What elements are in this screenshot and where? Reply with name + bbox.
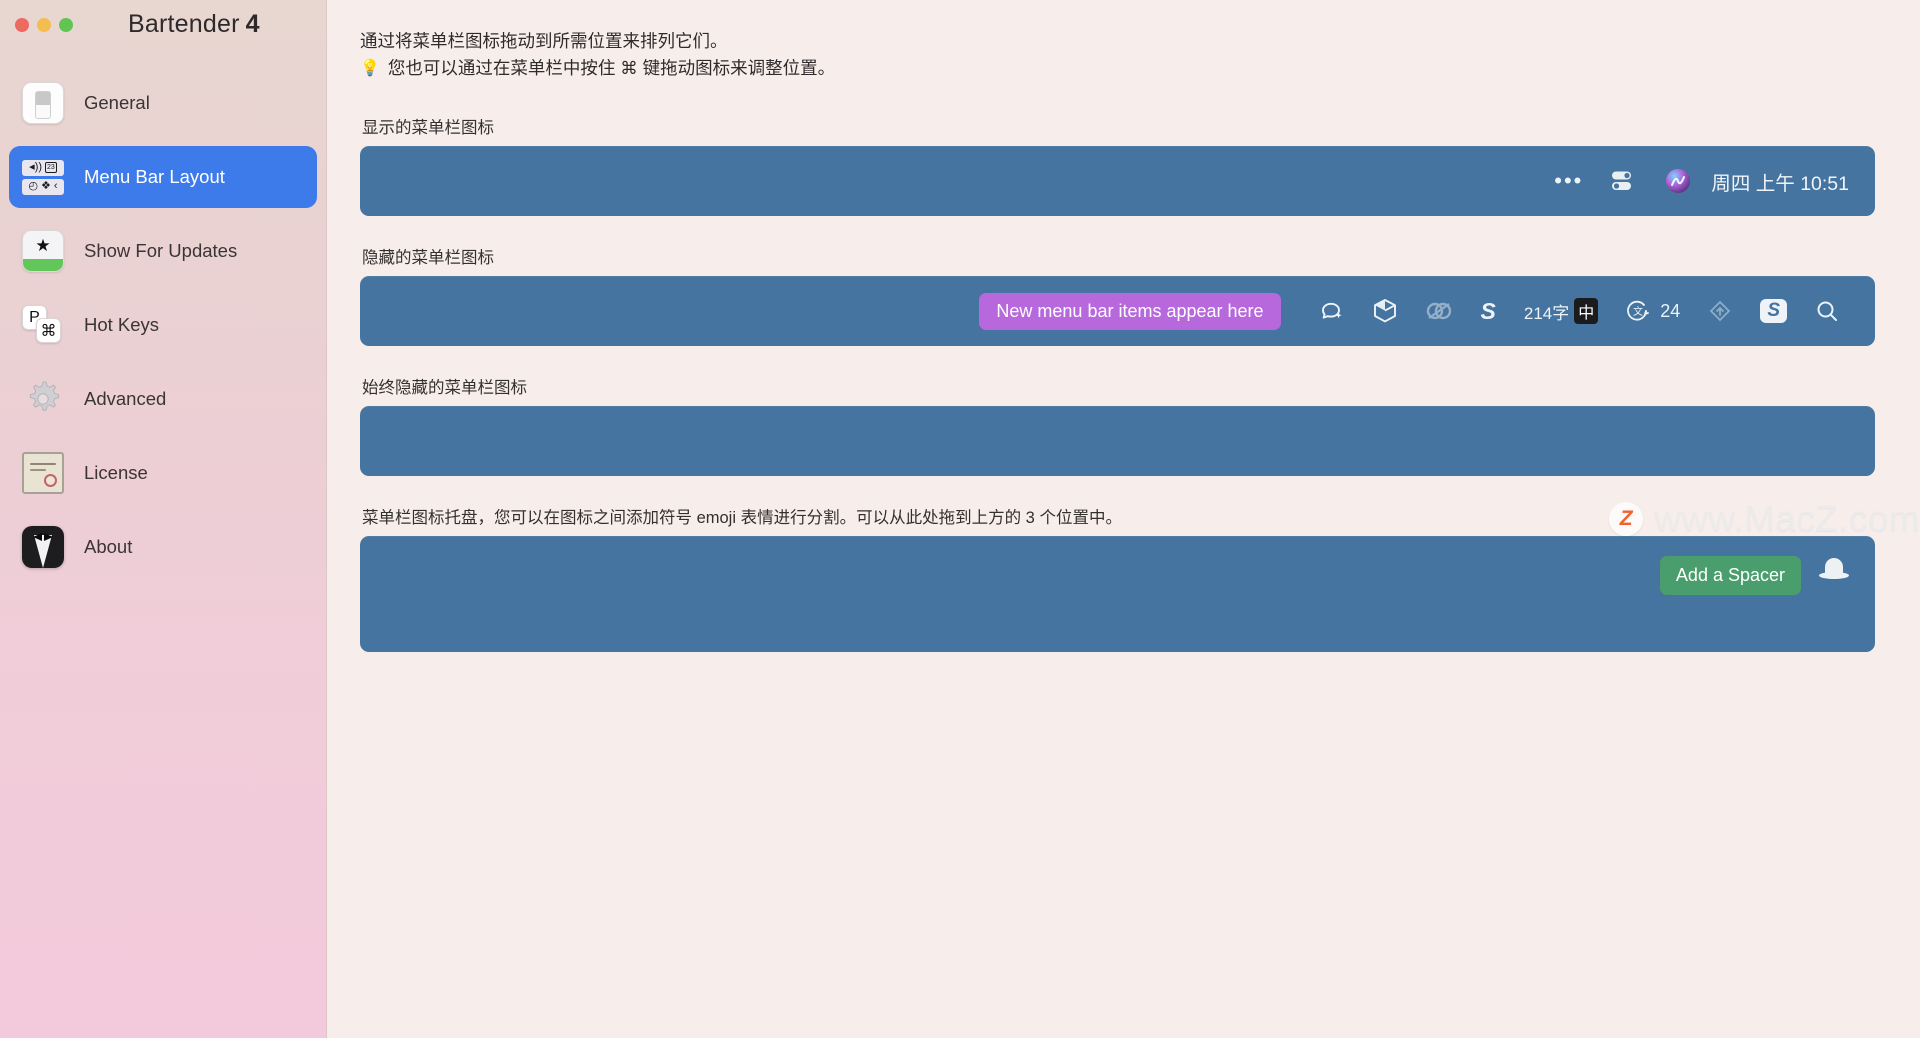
chat-sparkle-icon[interactable] [1305,294,1359,328]
translate-counter[interactable]: 文 24 [1612,294,1694,328]
intro-text: 通过将菜单栏图标拖动到所需位置来排列它们。 💡 您也可以通过在菜单栏中按住 ⌘ … [360,28,1875,82]
bowler-hat-icon[interactable] [1819,556,1849,582]
tuxedo-icon [22,526,64,568]
gear-icon [22,378,64,420]
star-badge-icon: ★ [22,230,64,272]
sidebar-item-about[interactable]: About [9,516,317,578]
input-method-indicator[interactable]: 214字 中 [1510,294,1612,328]
translate-count: 24 [1660,300,1681,321]
app-version: 4 [245,10,260,38]
sidebar-item-label: Hot Keys [84,314,160,335]
hidden-icons-dropzone[interactable]: New menu bar items appear here S 214字 中 … [360,276,1875,346]
certificate-line [30,463,56,465]
shown-icons-dropzone[interactable]: ••• 周四 上午 10:51 [360,146,1875,216]
sidebar-item-label: Show For Updates [84,240,238,261]
always-hidden-icons-dropzone[interactable] [360,406,1875,476]
sidebar-item-label: About [84,536,133,557]
intro-line-1: 通过将菜单栏图标拖动到所需位置来排列它们。 [360,31,728,51]
snipaste-s-icon[interactable]: S [1467,294,1510,328]
close-button[interactable] [15,18,29,32]
speaker-glyph: ◂)) [29,161,43,173]
icon-tray-dropzone[interactable]: Add a Spacer [360,536,1875,652]
star-glyph: ★ [35,236,51,255]
sidebar-item-menu-bar-layout[interactable]: ◂)) 23 ◴ ❖ ‹ Menu Bar Layout [9,146,317,208]
cube-icon[interactable] [1359,294,1411,328]
switch-icon [22,82,64,124]
sidebar: Bartender 4 General ◂)) 23 ◴ ❖ ‹ Menu Ba… [0,0,327,1038]
certificate-line [30,469,46,471]
sidebar-item-label: License [84,462,148,483]
bow-tie [33,533,53,541]
app-title-text: Bartender [128,10,240,38]
add-a-spacer-button[interactable]: Add a Spacer [1659,556,1801,595]
traffic-lights [15,18,73,32]
sidebar-item-general[interactable]: General [9,72,317,134]
intro-line-2-row: 💡 您也可以通过在菜单栏中按住 ⌘ 键拖动图标来调整位置。 [360,55,1875,82]
app-window: Bartender 4 General ◂)) 23 ◴ ❖ ‹ Menu Ba… [0,0,1920,1038]
menubar-icon-row-2: ◴ ❖ ‹ [22,178,64,195]
keyboard-key-icon: P ⌘ [22,304,64,346]
dropbox-glyph: ❖ [41,180,51,192]
shown-icons-list: ••• 周四 上午 10:51 [1540,164,1853,198]
lightbulb-icon: 💡 [360,60,380,77]
section-label-hidden: 隐藏的菜单栏图标 [362,249,494,267]
sidebar-item-label: Menu Bar Layout [84,166,225,187]
clock-glyph: ◴ [28,180,39,192]
sidebar-item-advanced[interactable]: Advanced [9,368,317,430]
control-center-more-icon[interactable]: ••• [1540,164,1597,198]
intro-line-2: 您也可以通过在菜单栏中按住 ⌘ 键拖动图标来调整位置。 [387,58,836,78]
section-label-always-hidden: 始终隐藏的菜单栏图标 [362,379,527,397]
menu-bar-clock[interactable]: 周四 上午 10:51 [1705,167,1853,196]
certificate-icon [22,452,64,494]
word-count-label: 214字 [1523,303,1570,323]
certificate-seal [44,474,57,487]
section-label-shown: 显示的菜单栏图标 [362,119,494,137]
sidebar-item-show-for-updates[interactable]: ★ Show For Updates [9,220,317,282]
date-glyph: 23 [45,162,57,173]
sidebar-item-license[interactable]: License [9,442,317,504]
input-method-badge: 中 [1574,298,1599,324]
menubar-icon: ◂)) 23 ◴ ❖ ‹ [22,156,64,198]
snip-app-icon[interactable]: S [1746,294,1801,328]
zoom-button[interactable] [59,18,73,32]
sidebar-nav: General ◂)) 23 ◴ ❖ ‹ Menu Bar Layout ★ S… [0,72,326,590]
sidebar-item-hot-keys[interactable]: P ⌘ Hot Keys [9,294,317,356]
section-label-tray: 菜单栏图标托盘，您可以在图标之间添加符号 emoji 表情进行分割。可以从此处拖… [362,509,1122,527]
minimize-button[interactable] [37,18,51,32]
chevron-left-icon: ‹ [53,180,58,192]
spotlight-search-icon[interactable] [1801,294,1853,328]
svg-text:文: 文 [1633,305,1643,318]
app-title: Bartender 4 [128,10,260,39]
sidebar-item-label: General [84,92,150,113]
siri-icon[interactable] [1651,164,1705,198]
sidebar-item-label: Advanced [84,388,167,409]
menubar-icon-row-1: ◂)) 23 [22,159,64,176]
main-content: 通过将菜单栏图标拖动到所需位置来排列它们。 💡 您也可以通过在菜单栏中按住 ⌘ … [327,0,1920,1038]
control-center-icon[interactable] [1597,164,1651,198]
upload-arrow-icon[interactable] [1694,294,1746,328]
creative-cloud-icon[interactable] [1411,294,1467,328]
new-items-badge: New menu bar items appear here [979,292,1281,330]
key-command-glyph: ⌘ [36,318,61,343]
